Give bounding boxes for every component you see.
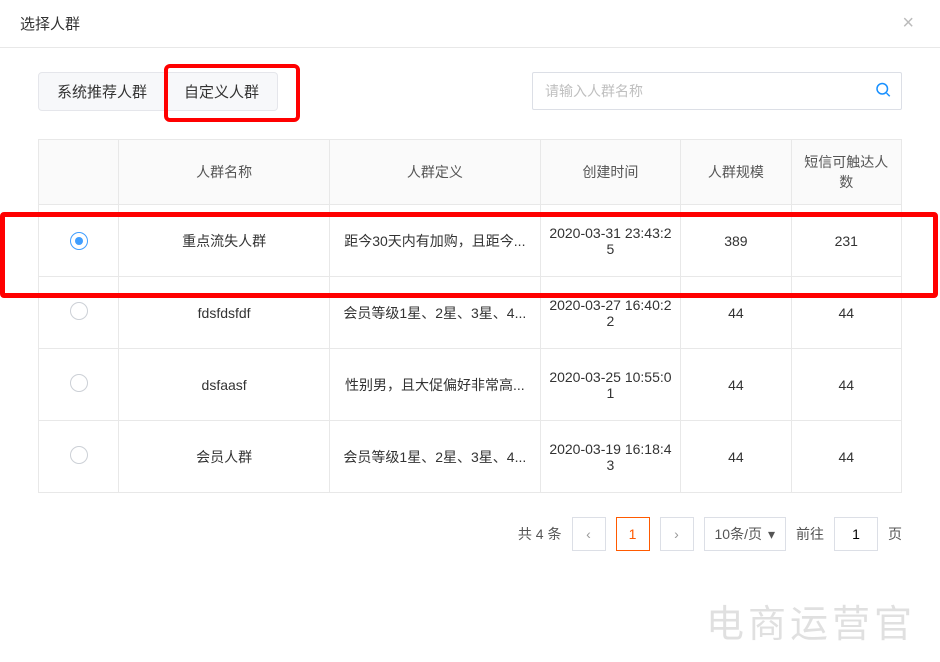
pagination: 共 4 条 ‹ 1 › 10条/页 ▾ 前往 页 bbox=[38, 517, 902, 551]
header-scale: 人群规模 bbox=[681, 140, 791, 205]
pagination-total: 共 4 条 bbox=[518, 524, 562, 544]
close-icon[interactable]: × bbox=[896, 12, 920, 35]
cell-name: dsfaasf bbox=[119, 349, 330, 421]
header-definition: 人群定义 bbox=[329, 140, 540, 205]
cell-definition: 会员等级1星、2星、3星、4... bbox=[329, 277, 540, 349]
pagination-jump-input[interactable] bbox=[834, 517, 878, 551]
cell-name: fdsfdsfdf bbox=[119, 277, 330, 349]
table-row[interactable]: dsfaasf 性别男，且大促偏好非常高... 2020-03-25 10:55… bbox=[39, 349, 902, 421]
cell-name: 会员人群 bbox=[119, 421, 330, 493]
cell-created-at: 2020-03-25 10:55:01 bbox=[540, 349, 680, 421]
cell-definition: 距今30天内有加购，且距今... bbox=[329, 205, 540, 277]
cell-reachable: 44 bbox=[791, 277, 901, 349]
cell-definition: 性别男，且大促偏好非常高... bbox=[329, 349, 540, 421]
pagination-next[interactable]: › bbox=[660, 517, 694, 551]
row-radio[interactable] bbox=[70, 446, 88, 464]
cell-scale: 44 bbox=[681, 421, 791, 493]
page-size-select[interactable]: 10条/页 ▾ bbox=[704, 517, 787, 551]
page-size-label: 10条/页 bbox=[715, 524, 762, 544]
search-icon[interactable] bbox=[874, 81, 892, 102]
header-created-at: 创建时间 bbox=[540, 140, 680, 205]
modal-title: 选择人群 bbox=[20, 13, 80, 34]
cell-scale: 44 bbox=[681, 349, 791, 421]
search-wrap bbox=[532, 72, 902, 110]
header-reachable: 短信可触达人数 bbox=[791, 140, 901, 205]
cell-created-at: 2020-03-19 16:18:43 bbox=[540, 421, 680, 493]
pagination-prev[interactable]: ‹ bbox=[572, 517, 606, 551]
pagination-jump-prefix: 前往 bbox=[796, 524, 824, 544]
audience-table: 人群名称 人群定义 创建时间 人群规模 短信可触达人数 重点流失人群 距今30天… bbox=[38, 139, 902, 493]
tab-system-recommend[interactable]: 系统推荐人群 bbox=[38, 72, 166, 111]
cell-created-at: 2020-03-31 23:43:25 bbox=[540, 205, 680, 277]
table-row[interactable]: 重点流失人群 距今30天内有加购，且距今... 2020-03-31 23:43… bbox=[39, 205, 902, 277]
row-radio[interactable] bbox=[70, 232, 88, 250]
search-input[interactable] bbox=[532, 72, 902, 110]
tab-custom-audience[interactable]: 自定义人群 bbox=[166, 72, 278, 111]
pagination-page-1[interactable]: 1 bbox=[616, 517, 650, 551]
header-select bbox=[39, 140, 119, 205]
modal-header: 选择人群 × bbox=[0, 0, 940, 48]
top-row: 系统推荐人群 自定义人群 bbox=[38, 72, 902, 111]
cell-reachable: 231 bbox=[791, 205, 901, 277]
table-header-row: 人群名称 人群定义 创建时间 人群规模 短信可触达人数 bbox=[39, 140, 902, 205]
table-body: 重点流失人群 距今30天内有加购，且距今... 2020-03-31 23:43… bbox=[39, 205, 902, 493]
tabs: 系统推荐人群 自定义人群 bbox=[38, 72, 278, 111]
cell-name: 重点流失人群 bbox=[119, 205, 330, 277]
cell-definition: 会员等级1星、2星、3星、4... bbox=[329, 421, 540, 493]
modal-body: 系统推荐人群 自定义人群 人群名称 人群定义 创建时间 人群规模 bbox=[0, 48, 940, 551]
row-radio[interactable] bbox=[70, 302, 88, 320]
chevron-down-icon: ▾ bbox=[768, 526, 775, 543]
cell-reachable: 44 bbox=[791, 421, 901, 493]
table-row[interactable]: 会员人群 会员等级1星、2星、3星、4... 2020-03-19 16:18:… bbox=[39, 421, 902, 493]
table-row[interactable]: fdsfdsfdf 会员等级1星、2星、3星、4... 2020-03-27 1… bbox=[39, 277, 902, 349]
cell-reachable: 44 bbox=[791, 349, 901, 421]
pagination-jump-suffix: 页 bbox=[888, 524, 902, 544]
row-radio[interactable] bbox=[70, 374, 88, 392]
cell-scale: 389 bbox=[681, 205, 791, 277]
watermark: 电商运营官 bbox=[706, 593, 916, 648]
cell-created-at: 2020-03-27 16:40:22 bbox=[540, 277, 680, 349]
header-name: 人群名称 bbox=[119, 140, 330, 205]
cell-scale: 44 bbox=[681, 277, 791, 349]
